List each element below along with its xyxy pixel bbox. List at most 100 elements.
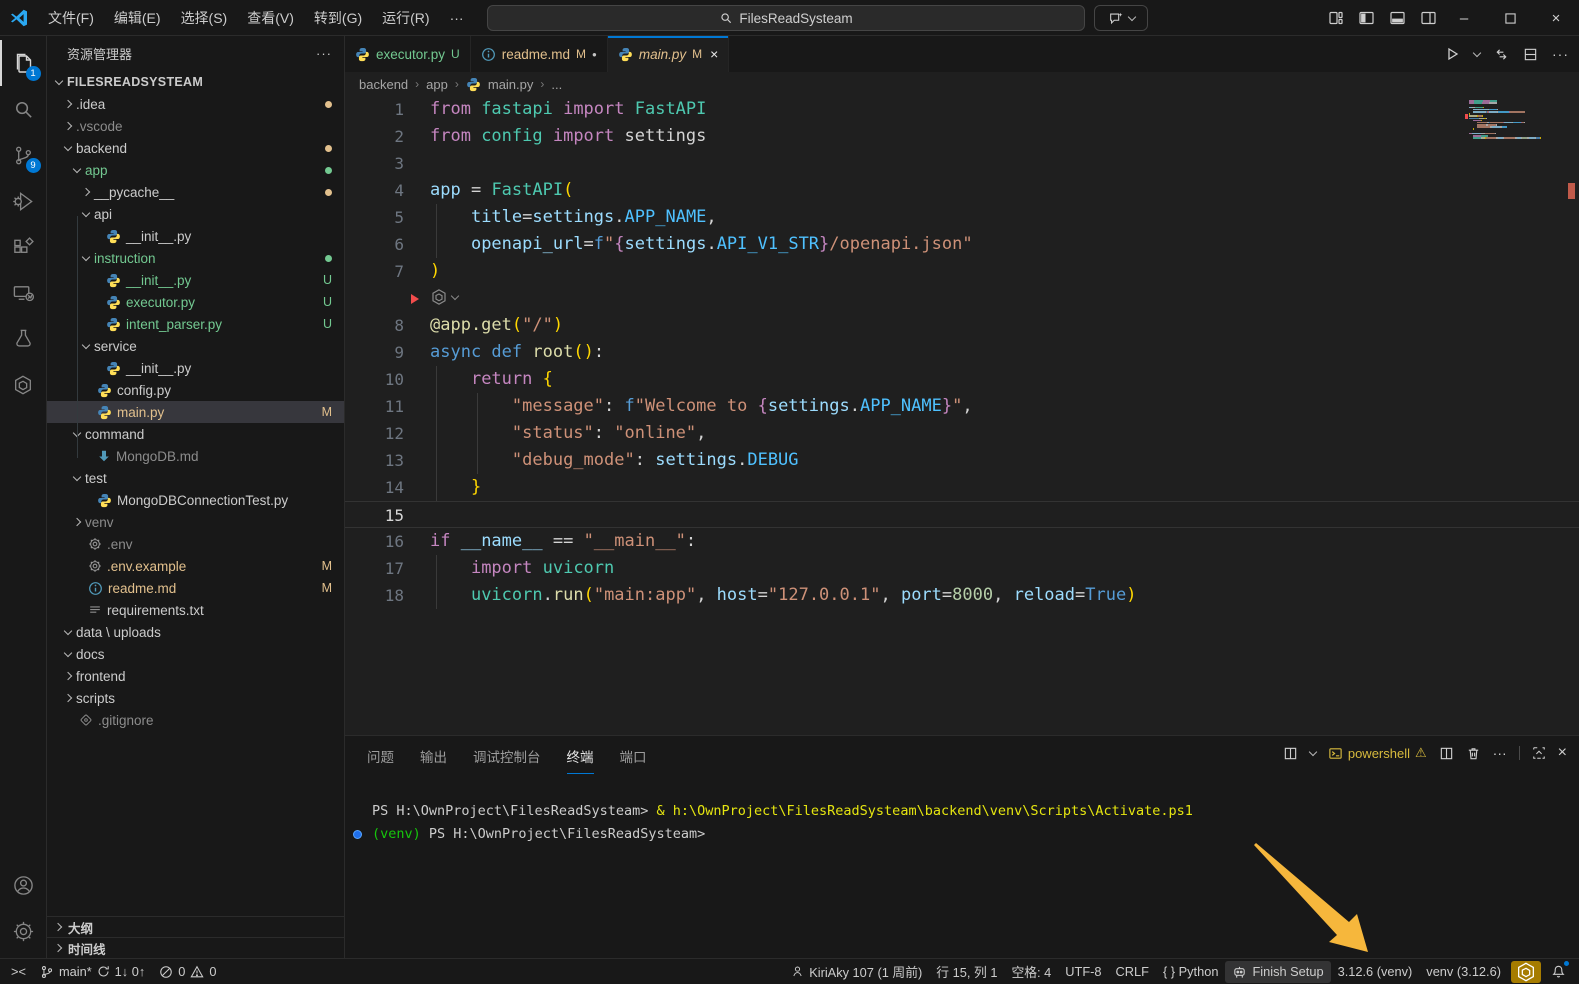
section-大纲[interactable]: 大纲 xyxy=(47,916,344,937)
toggle-secondary-sidebar-icon[interactable] xyxy=(1420,10,1437,26)
tab-executor.py[interactable]: executor.pyU xyxy=(345,36,471,72)
close-panel-button[interactable]: × xyxy=(1558,744,1567,762)
activity-explorer[interactable]: 1 xyxy=(0,40,47,86)
menu-查看(V)[interactable]: 查看(V) xyxy=(237,5,304,31)
tree-item-frontend[interactable]: frontend xyxy=(47,665,344,687)
tree-item-MongoDB.md[interactable]: MongoDB.md xyxy=(47,445,344,467)
status-remote-indicator[interactable]: >< xyxy=(4,961,33,983)
menu-转到(G)[interactable]: 转到(G) xyxy=(304,5,372,31)
breadcrumb-item-backend[interactable]: backend xyxy=(359,77,408,92)
tree-item-requirements.txt[interactable]: requirements.txt xyxy=(47,599,344,621)
tree-item-__init__.py[interactable]: __init__.py xyxy=(47,225,344,247)
activity-remote-explorer[interactable] xyxy=(0,270,47,316)
status-cursor-position[interactable]: 行 15, 列 1 xyxy=(929,961,1004,983)
status-finish-setup[interactable]: Finish Setup xyxy=(1225,961,1330,983)
tree-item-__pycache__[interactable]: __pycache__ xyxy=(47,181,344,203)
activity-testing[interactable] xyxy=(0,316,47,362)
ai-widget[interactable] xyxy=(430,288,458,306)
activity-settings[interactable] xyxy=(0,908,47,954)
breadcrumb[interactable]: backend›app›main.py›... xyxy=(345,72,1579,96)
maximize-panel-button[interactable] xyxy=(1532,746,1546,760)
editor-action-split-editor[interactable] xyxy=(1523,47,1538,62)
breadcrumb-item-app[interactable]: app xyxy=(426,77,448,92)
activity-run-debug[interactable] xyxy=(0,178,47,224)
tree-item-app[interactable]: app xyxy=(47,159,344,181)
status-eol[interactable]: CRLF xyxy=(1109,961,1156,983)
tree-item-MongoDBConnectionTest.py[interactable]: MongoDBConnectionTest.py xyxy=(47,489,344,511)
tree-item-venv[interactable]: venv xyxy=(47,511,344,533)
command-center-search[interactable]: FilesReadSysteam xyxy=(487,5,1085,31)
close-button[interactable]: × xyxy=(1533,0,1579,36)
code-editor[interactable]: 1from fastapi import FastAPI2from config… xyxy=(345,96,1579,735)
menu-文件(F)[interactable]: 文件(F) xyxy=(38,5,104,31)
tree-item-intent_parser.py[interactable]: intent_parser.pyU xyxy=(47,313,344,335)
terminal-tab-powershell[interactable]: powershell⚠ xyxy=(1328,745,1427,761)
tree-item-service[interactable]: service xyxy=(47,335,344,357)
section-时间线[interactable]: 时间线 xyxy=(47,937,344,958)
minimap[interactable] xyxy=(1469,100,1565,139)
breadcrumb-item-main.py[interactable]: main.py xyxy=(488,77,534,92)
activity-ai-assistant[interactable] xyxy=(0,362,47,408)
toggle-panel-icon[interactable] xyxy=(1389,10,1406,26)
tree-item-readme.md[interactable]: readme.mdM xyxy=(47,577,344,599)
menu-运行(R)[interactable]: 运行(R) xyxy=(372,5,439,31)
sidebar-more-actions[interactable]: ··· xyxy=(316,46,332,61)
activity-accounts[interactable] xyxy=(0,862,47,908)
panel-tab-调试控制台[interactable]: 调试控制台 xyxy=(473,746,541,774)
kill-terminal-button[interactable] xyxy=(1466,746,1481,761)
status-notifications[interactable] xyxy=(1544,961,1573,983)
tree-item-test[interactable]: test xyxy=(47,467,344,489)
terminal-content[interactable]: PS H:\OwnProject\FilesReadSysteam> & h:\… xyxy=(345,800,1579,846)
activity-source-control[interactable]: 9 xyxy=(0,132,47,178)
status-git-blame[interactable]: KiriAky 107 (1 周前) xyxy=(784,961,929,983)
tree-item-.env[interactable]: .env xyxy=(47,533,344,555)
tree-item-FILESREADSYSTEAM[interactable]: FILESREADSYSTEAM xyxy=(47,71,344,93)
tree-item-datauploads[interactable]: data \ uploads xyxy=(47,621,344,643)
close-icon[interactable]: × xyxy=(710,46,718,62)
maximize-button[interactable] xyxy=(1487,0,1533,36)
breadcrumb-item-...[interactable]: ... xyxy=(551,77,562,92)
tree-item-scripts[interactable]: scripts xyxy=(47,687,344,709)
status-python-interpreter[interactable]: 3.12.6 (venv) xyxy=(1331,961,1420,983)
status-encoding[interactable]: UTF-8 xyxy=(1058,961,1108,983)
menu-编辑(E)[interactable]: 编辑(E) xyxy=(104,5,171,31)
panel-tab-端口[interactable]: 端口 xyxy=(620,746,647,774)
activity-search[interactable] xyxy=(0,86,47,132)
tree-item-.vscode[interactable]: .vscode xyxy=(47,115,344,137)
minimize-button[interactable]: – xyxy=(1441,0,1487,36)
activity-extensions[interactable] xyxy=(0,224,47,270)
tree-item-config.py[interactable]: config.py xyxy=(47,379,344,401)
tree-item-api[interactable]: api xyxy=(47,203,344,225)
menu-选择(S)[interactable]: 选择(S) xyxy=(171,5,238,31)
status-branch[interactable]: main*1↓ 0↑ xyxy=(33,961,152,983)
editor-action-more-actions[interactable]: ··· xyxy=(1552,46,1569,62)
panel-tab-问题[interactable]: 问题 xyxy=(367,746,394,774)
tree-item-__init__.py[interactable]: __init__.py xyxy=(47,357,344,379)
panel-tab-终端[interactable]: 终端 xyxy=(567,746,594,774)
tree-item-.idea[interactable]: .idea xyxy=(47,93,344,115)
new-terminal-button[interactable] xyxy=(1283,746,1298,761)
tab-readme.md[interactable]: readme.mdM● xyxy=(471,36,608,72)
tree-item-.env.example[interactable]: .env.exampleM xyxy=(47,555,344,577)
copilot-button[interactable] xyxy=(1094,5,1148,31)
editor-action-run-python-file[interactable] xyxy=(1444,46,1460,62)
status-venv-indicator[interactable]: venv (3.12.6) xyxy=(1419,961,1508,983)
status-problems[interactable]: 00 xyxy=(152,961,223,983)
panel-tab-输出[interactable]: 输出 xyxy=(420,746,447,774)
tree-item-docs[interactable]: docs xyxy=(47,643,344,665)
customize-layout-icon[interactable] xyxy=(1328,10,1344,26)
terminal-more-actions[interactable]: ··· xyxy=(1493,745,1507,761)
tab-main.py[interactable]: main.pyM× xyxy=(608,36,729,72)
overview-ruler[interactable] xyxy=(1565,96,1579,735)
tree-item-backend[interactable]: backend xyxy=(47,137,344,159)
editor-action-open-changes[interactable] xyxy=(1494,47,1509,62)
tree-item-.gitignore[interactable]: .gitignore xyxy=(47,709,344,731)
tree-item-instruction[interactable]: instruction xyxy=(47,247,344,269)
status-indentation[interactable]: 空格: 4 xyxy=(1004,961,1058,983)
menu-···[interactable]: ··· xyxy=(440,5,474,31)
split-terminal-button[interactable] xyxy=(1439,746,1454,761)
tree-item-main.py[interactable]: main.pyM xyxy=(47,401,344,423)
toggle-primary-sidebar-icon[interactable] xyxy=(1358,10,1375,26)
status-language-mode[interactable]: { } Python xyxy=(1156,961,1226,983)
tree-item-__init__.py[interactable]: __init__.pyU xyxy=(47,269,344,291)
